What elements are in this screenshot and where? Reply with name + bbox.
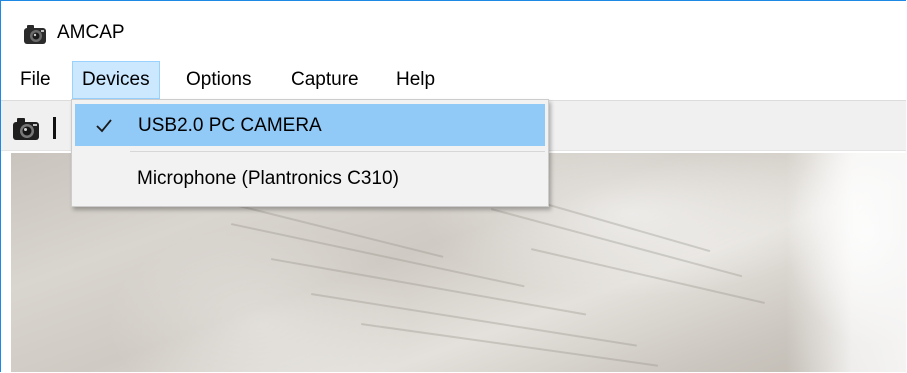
camera-icon [24, 25, 46, 44]
menu-capture[interactable]: Capture [282, 61, 368, 99]
camera-capture-icon[interactable] [11, 113, 41, 143]
menu-options[interactable]: Options [177, 61, 260, 99]
toolbar-separator [53, 117, 56, 139]
menu-bar: File Devices Options Capture Help [1, 61, 906, 99]
window-title: AMCAP [57, 22, 125, 43]
device-usb-camera[interactable]: USB2.0 PC CAMERA [75, 104, 545, 146]
title-bar[interactable]: AMCAP [1, 1, 906, 61]
menu-separator [130, 151, 545, 152]
device-microphone[interactable]: Microphone (Plantronics C310) [75, 158, 545, 200]
menu-help[interactable]: Help [387, 61, 444, 99]
menu-file[interactable]: File [11, 61, 60, 99]
amcap-window: AMCAP File Devices Options Capture Help [0, 0, 906, 372]
device-microphone-label: Microphone (Plantronics C310) [137, 168, 399, 189]
devices-dropdown-menu: USB2.0 PC CAMERA Microphone (Plantronics… [71, 99, 549, 207]
checkmark-icon [96, 119, 112, 133]
menu-devices[interactable]: Devices [72, 61, 160, 99]
device-usb-camera-label: USB2.0 PC CAMERA [138, 115, 322, 136]
